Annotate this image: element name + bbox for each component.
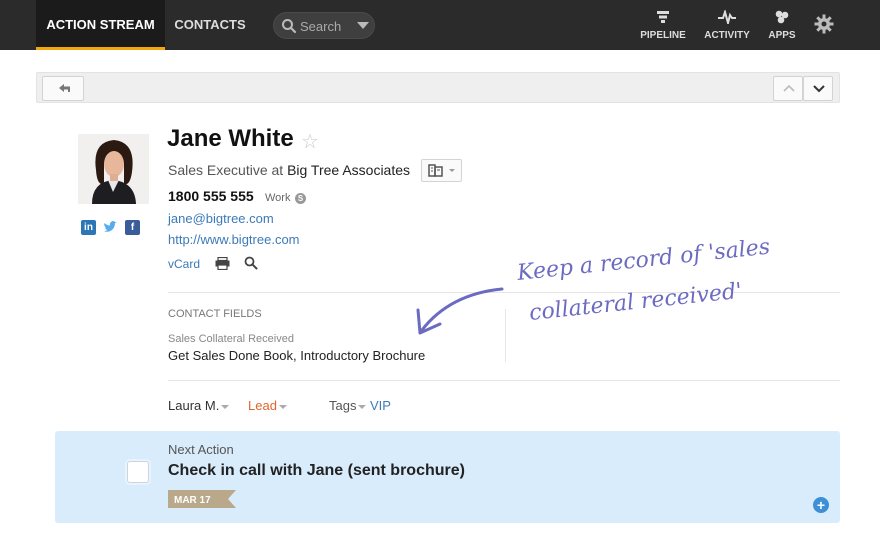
- skype-icon[interactable]: S: [295, 193, 306, 204]
- activity-icon: [718, 8, 736, 27]
- apps-icon: [775, 10, 789, 24]
- owner-name: Laura M.: [168, 398, 220, 413]
- nav-apps[interactable]: APPS: [764, 10, 800, 41]
- search-icon: [282, 19, 297, 34]
- nav-activity[interactable]: ACTIVITY: [701, 8, 753, 41]
- annotation-arrow-icon: [416, 287, 504, 335]
- contact-name: Jane White: [167, 125, 294, 152]
- vcard-link[interactable]: vCard: [168, 257, 200, 271]
- favorite-star-icon[interactable]: ☆: [301, 129, 319, 154]
- website-link[interactable]: http://www.bigtree.com: [168, 232, 300, 247]
- previous-record-button[interactable]: [773, 76, 803, 101]
- nav-activity-label: ACTIVITY: [704, 30, 750, 41]
- chevron-down-icon: [813, 85, 825, 93]
- back-arrow-icon: [59, 84, 70, 92]
- linkedin-icon[interactable]: in: [81, 220, 96, 235]
- tags-dropdown[interactable]: Tags: [329, 398, 367, 413]
- status-label: Lead: [248, 398, 277, 413]
- nav-pipeline-label: PIPELINE: [640, 30, 686, 41]
- nav-apps-label: APPS: [768, 30, 796, 41]
- job-title-line: Sales Executive at Big Tree Associates: [168, 162, 410, 178]
- owner-caret-icon: [221, 404, 230, 409]
- nav-pipeline[interactable]: PIPELINE: [637, 10, 689, 41]
- tab-contacts[interactable]: CONTACTS: [166, 0, 254, 50]
- back-button[interactable]: [42, 76, 84, 101]
- search-box[interactable]: [273, 12, 375, 39]
- owner-dropdown[interactable]: Laura M.: [168, 398, 230, 413]
- settings-button[interactable]: [812, 14, 836, 37]
- tags-caret-icon: [358, 404, 367, 409]
- handwritten-annotation: Keep a record of 'sales collateral recei…: [416, 240, 771, 335]
- contact-field-label: Sales Collateral Received: [168, 333, 294, 345]
- print-icon[interactable]: [215, 257, 230, 270]
- company-menu-button[interactable]: [421, 159, 462, 182]
- divider: [168, 380, 840, 381]
- search-input[interactable]: [300, 17, 355, 35]
- search-dropdown-caret-icon[interactable]: [357, 22, 369, 29]
- pipeline-icon: [657, 11, 669, 23]
- search-icon[interactable]: [244, 256, 258, 270]
- next-action-label: Next Action: [168, 442, 234, 457]
- next-action-panel: Next Action Check in call with Jane (sen…: [55, 431, 840, 523]
- record-toolbar: [36, 72, 840, 103]
- annotation-line-2: collateral received': [528, 279, 743, 326]
- contact-fields-heading: CONTACT FIELDS: [168, 308, 262, 320]
- tags-label: Tags: [329, 398, 357, 413]
- next-action-checkbox[interactable]: [127, 461, 149, 483]
- contact-field-value[interactable]: Get Sales Done Book, Introductory Brochu…: [168, 348, 425, 363]
- avatar: [78, 134, 149, 204]
- twitter-icon[interactable]: [103, 220, 118, 235]
- building-icon: [428, 164, 455, 177]
- phone-type-label: Work: [265, 192, 291, 204]
- tag-vip[interactable]: VIP: [370, 398, 391, 413]
- job-title: Sales Executive at: [168, 162, 288, 178]
- next-record-button[interactable]: [803, 76, 833, 101]
- company-name[interactable]: Big Tree Associates: [287, 162, 410, 178]
- chevron-up-icon: [783, 84, 795, 92]
- tab-action-stream[interactable]: ACTION STREAM: [36, 0, 165, 50]
- top-nav-bar: ACTION STREAM CONTACTS PIPELINE ACTIVITY…: [0, 0, 880, 50]
- status-dropdown[interactable]: Lead: [248, 398, 287, 413]
- due-date: MAR 17: [174, 495, 211, 506]
- gear-icon: [814, 14, 834, 34]
- email-link[interactable]: jane@bigtree.com: [168, 211, 274, 226]
- next-action-title[interactable]: Check in call with Jane (sent brochure): [168, 462, 465, 480]
- phone-number[interactable]: 1800 555 555: [168, 188, 254, 204]
- add-action-button[interactable]: +: [813, 497, 829, 513]
- facebook-icon[interactable]: f: [125, 220, 140, 235]
- due-date-tag: MAR 17: [168, 490, 236, 508]
- status-caret-icon: [278, 404, 287, 409]
